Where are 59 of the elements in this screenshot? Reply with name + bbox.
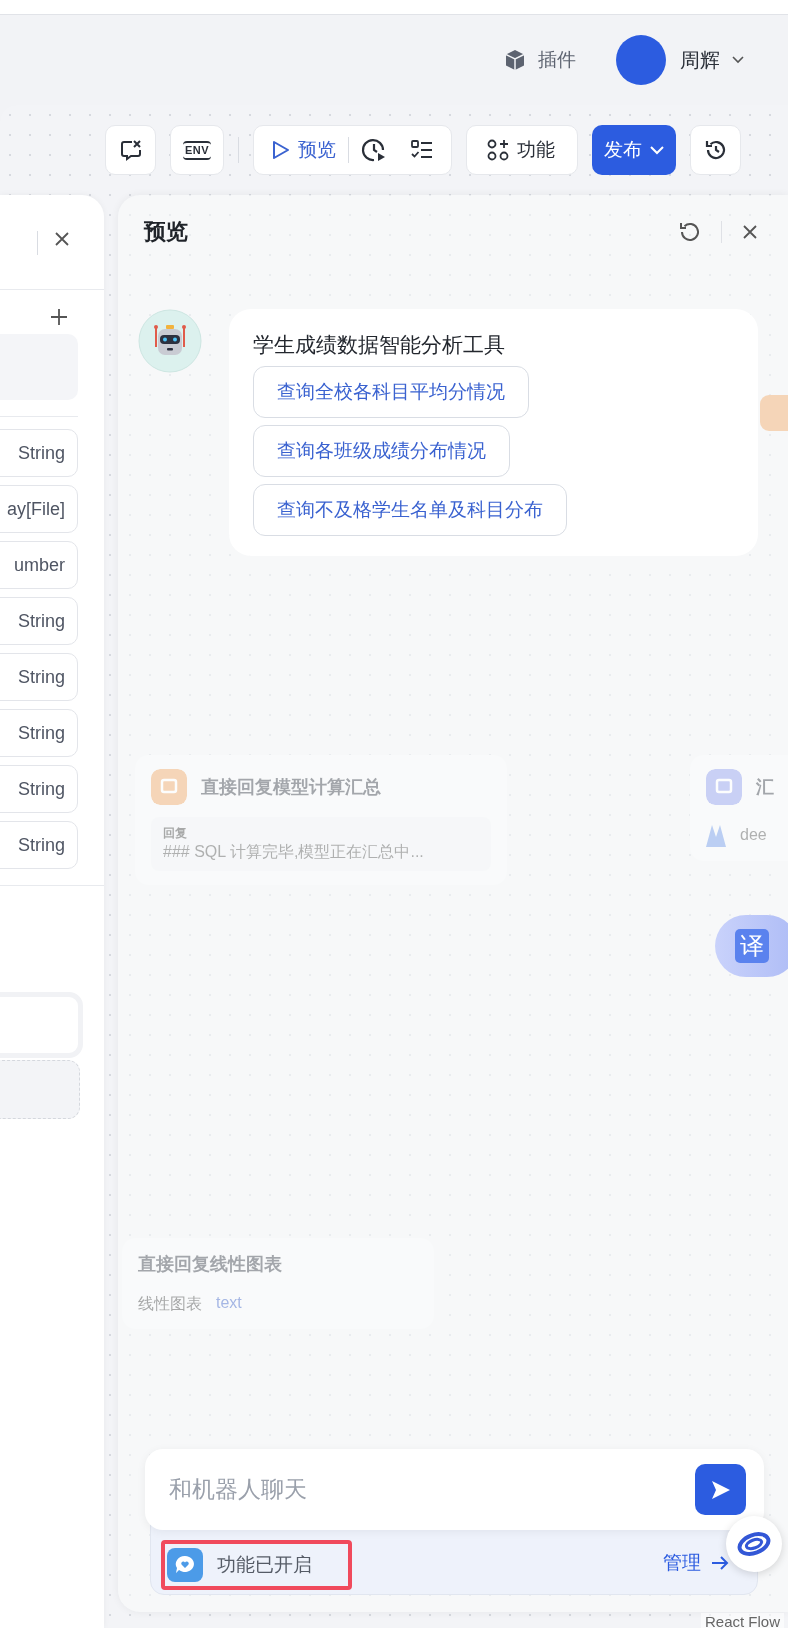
send-icon: [709, 1478, 732, 1501]
plus-icon: [50, 308, 68, 326]
close-button[interactable]: [54, 231, 70, 247]
model-name: dee: [740, 826, 767, 844]
variable-button[interactable]: [105, 125, 156, 175]
chevron-down-icon: [732, 56, 744, 64]
type-select[interactable]: String: [0, 709, 78, 757]
add-button[interactable]: [50, 308, 68, 326]
manage-link[interactable]: 管理: [663, 1550, 729, 1590]
node-label: 回复: [163, 825, 188, 842]
suggested-question[interactable]: 查询全校各科目平均分情况: [253, 366, 529, 418]
close-icon: [742, 224, 758, 240]
swirl-icon: [736, 1529, 772, 1559]
chat-input-box[interactable]: 和机器人聊天: [145, 1449, 764, 1530]
history-icon: [703, 138, 728, 162]
features-button[interactable]: 功能: [466, 125, 579, 175]
variable-tag: text: [216, 1294, 242, 1315]
type-select[interactable]: umber: [0, 541, 78, 589]
node-title: 直接回复模型计算汇总: [201, 776, 381, 799]
attribution-text: React Flow: [700, 1613, 784, 1628]
arrow-right-icon: [711, 1555, 729, 1571]
refresh-icon: [677, 220, 701, 244]
brain-icon: [706, 769, 742, 805]
chat-input[interactable]: 和机器人聊天: [167, 1475, 695, 1504]
comment-variable-icon: [118, 138, 143, 162]
variable-label: 线性图表: [138, 1294, 202, 1314]
feature-status: 功能已开启: [217, 1553, 312, 1577]
publish-button[interactable]: 发布: [592, 125, 677, 175]
close-button[interactable]: [742, 224, 758, 240]
chevron-down-icon: [650, 145, 665, 155]
type-select[interactable]: String: [0, 821, 78, 869]
suggested-question[interactable]: 查询各班级成绩分布情况: [253, 425, 510, 477]
checklist-icon: [411, 140, 434, 160]
type-select[interactable]: String: [0, 597, 78, 645]
env-button[interactable]: ENV: [170, 125, 225, 175]
cube-icon: [504, 49, 526, 71]
history-button[interactable]: [690, 125, 742, 175]
type-select[interactable]: ay[File]: [0, 485, 78, 533]
type-select[interactable]: String: [0, 653, 78, 701]
plugin-button[interactable]: 插件: [504, 47, 576, 73]
assistant-button[interactable]: [726, 1516, 782, 1572]
node-title: 直接回复线性图表: [138, 1253, 282, 1276]
panel-title: 预览: [144, 218, 189, 246]
refresh-button[interactable]: [677, 220, 701, 244]
type-select[interactable]: String: [0, 765, 78, 813]
send-button[interactable]: [695, 1464, 746, 1515]
robot-avatar-icon: [138, 309, 202, 373]
mountain-icon: [706, 823, 726, 847]
user-menu[interactable]: 周辉: [680, 46, 744, 74]
close-icon: [54, 231, 70, 247]
type-select[interactable]: String: [0, 429, 78, 477]
node-title: 汇: [756, 776, 774, 799]
message-title: 学生成绩数据智能分析工具: [253, 332, 505, 358]
translate-button[interactable]: 译: [715, 915, 788, 977]
suggested-question[interactable]: 查询不及格学生名单及科目分布: [253, 484, 567, 536]
shapes-plus-icon: [487, 139, 510, 161]
play-icon: [272, 140, 291, 160]
user-avatar[interactable]: [616, 35, 666, 85]
node-text: ### SQL 计算完毕,模型正在汇总中...: [163, 842, 425, 862]
